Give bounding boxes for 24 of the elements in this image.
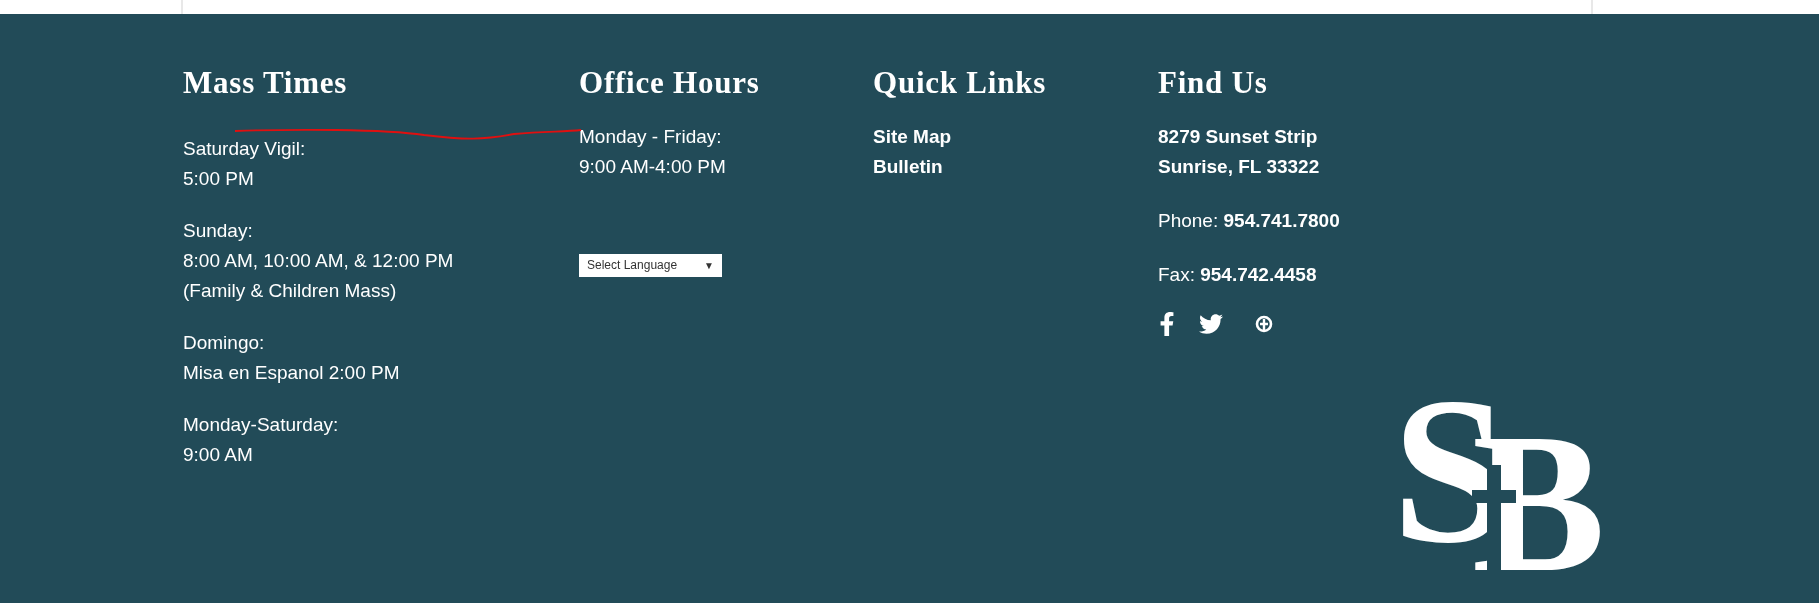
column-heading: Office Hours bbox=[579, 66, 761, 100]
footer-link[interactable]: Site Map bbox=[873, 122, 952, 152]
contact-line: Fax: 954.742.4458 bbox=[1158, 263, 1318, 287]
office-days: Monday - Friday: bbox=[579, 122, 873, 152]
office-hours: 9:00 AM-4:00 PM bbox=[579, 155, 727, 179]
schedule-times: 9:00 AM bbox=[183, 443, 254, 467]
schedule-times: 8:00 AM, 10:00 AM, & 12:00 PM (Family & Children Mass) bbox=[183, 249, 455, 303]
bird-icon[interactable] bbox=[1198, 312, 1224, 336]
schedule-day: Monday-Saturday: bbox=[183, 410, 339, 440]
column-heading: Find Us bbox=[1158, 66, 1269, 100]
language-select[interactable]: Select Language ▼ bbox=[579, 254, 722, 277]
schedule-day: Saturday Vigil: bbox=[183, 134, 306, 164]
social-icon[interactable] bbox=[1254, 314, 1274, 334]
contact-line: Phone: 954.741.7800 bbox=[1158, 209, 1341, 233]
facebook-icon[interactable] bbox=[1158, 312, 1176, 336]
footer-link[interactable]: Bulletin bbox=[873, 152, 943, 182]
schedule-day: Sunday: bbox=[183, 216, 253, 246]
schedule-times: Misa en Espanol 2:00 PM bbox=[183, 361, 401, 385]
schedule-day: Domingo: bbox=[183, 328, 265, 358]
address-line: Sunrise, FL 33322 bbox=[1158, 155, 1321, 179]
address-line: 8279 Sunset Strip bbox=[1158, 125, 1319, 149]
column-heading: Quick Links bbox=[873, 66, 1048, 100]
column-heading: Mass Times bbox=[183, 66, 349, 100]
schedule-times: 5:00 PM bbox=[183, 167, 255, 191]
